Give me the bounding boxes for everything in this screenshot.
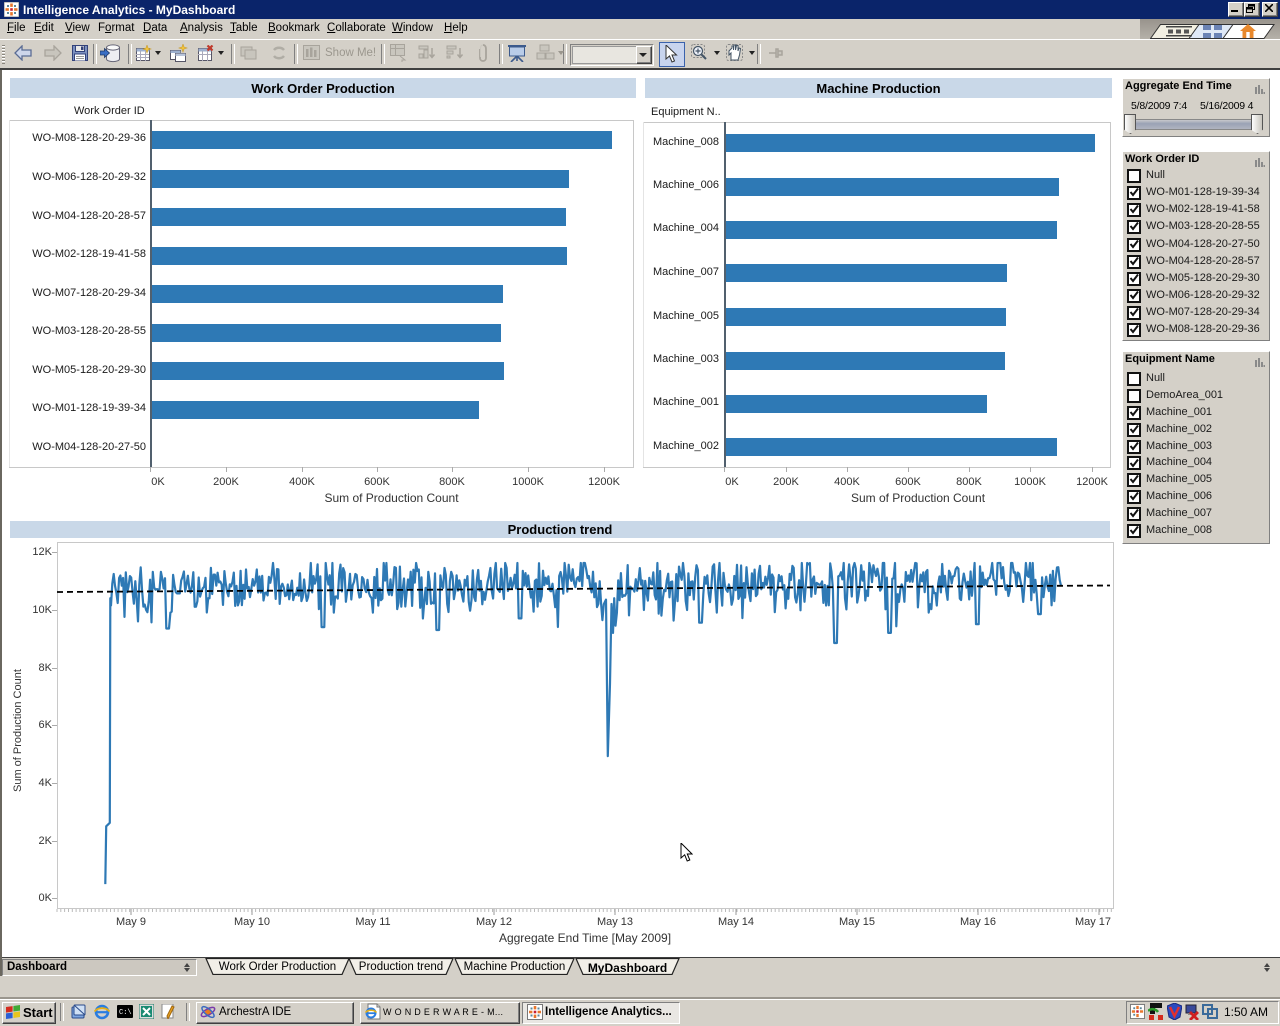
svg-text:C:\: C:\: [119, 1009, 132, 1017]
